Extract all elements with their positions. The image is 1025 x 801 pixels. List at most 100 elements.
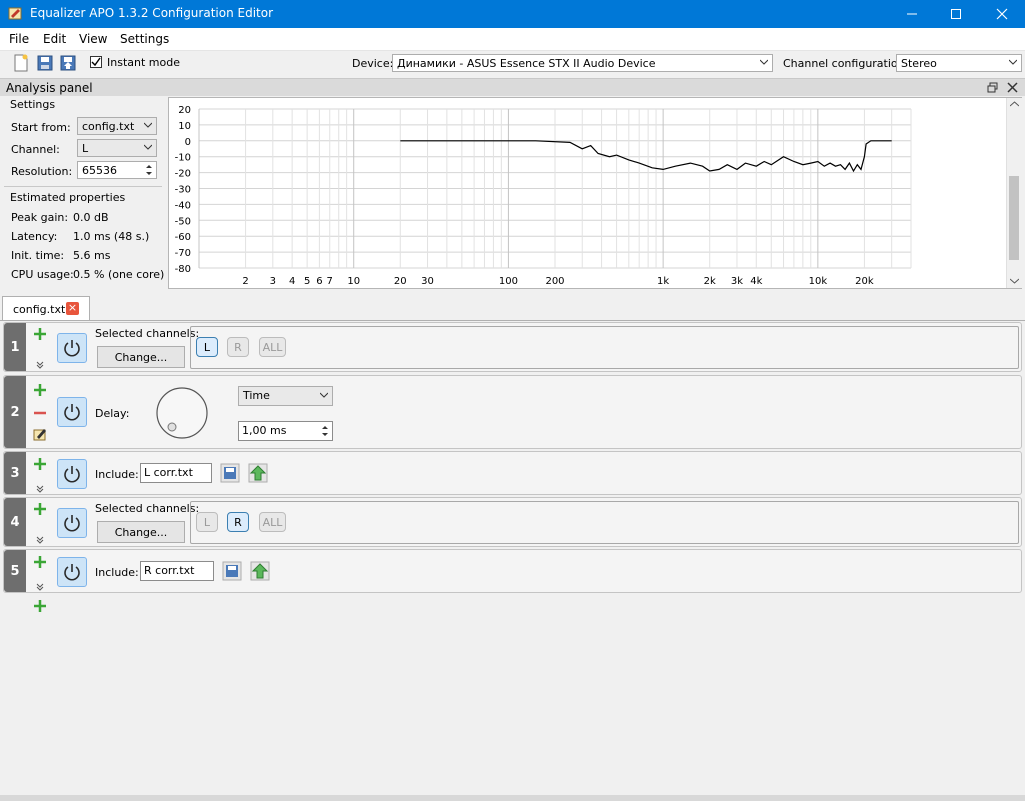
power-toggle[interactable] [57,459,87,489]
add-filter-icon[interactable] [34,458,46,470]
init-time-label: Init. time: [11,249,65,262]
spin-arrows-icon[interactable] [320,424,330,438]
filter-number: 1 [4,323,26,371]
add-filter-icon[interactable] [34,384,46,396]
device-select[interactable]: Динамики - ASUS Essence STX II Audio Dev… [392,54,773,72]
minimize-icon [907,13,917,15]
toolbar: Instant mode Device: Динамики - ASUS Ess… [0,51,1025,76]
open-file-icon[interactable] [222,561,242,581]
close-button[interactable] [979,0,1025,28]
new-file-icon[interactable] [12,54,30,72]
change-button[interactable]: Change... [97,346,185,368]
save-as-icon[interactable] [59,54,77,72]
maximize-button[interactable] [933,0,979,28]
add-filter-icon[interactable] [34,556,46,568]
power-icon [64,564,80,581]
start-from-select[interactable]: config.txt [77,117,157,135]
close-panel-icon[interactable] [1007,82,1018,93]
x-tick-label: 30 [421,276,434,287]
power-toggle[interactable] [57,397,87,427]
expand-icon[interactable] [36,536,44,544]
y-tick-label: -20 [175,169,191,180]
open-file-icon[interactable] [220,463,240,483]
checkmark-icon [91,57,101,67]
include-file-value: R corr.txt [144,564,195,577]
delay-unit-value: Time [243,389,270,402]
scroll-up-icon[interactable] [1010,101,1019,107]
channel-all-button[interactable]: ALL [259,337,286,357]
expand-icon[interactable] [36,361,44,369]
spin-arrows-icon[interactable] [144,163,154,177]
y-tick-label: -10 [175,153,191,164]
remove-filter-icon[interactable] [34,407,46,419]
power-toggle[interactable] [57,333,87,363]
edit-icon[interactable] [33,427,47,441]
channel-value: L [82,142,89,155]
peak-gain-value: 0.0 dB [73,211,109,224]
menu-settings[interactable]: Settings [120,32,169,46]
scrollbar-thumb[interactable] [1009,176,1019,260]
chevron-down-icon [1009,59,1017,65]
channel-r-button[interactable]: R [227,512,249,532]
delay-value-spinbox[interactable]: 1,00 ms [238,421,333,441]
window-title: Equalizer APO 1.3.2 Configuration Editor [30,6,274,20]
close-icon: × [67,301,78,314]
filter-number: 5 [4,550,26,592]
filter-row-1: 1 Selected channels: Change... L R ALL [3,322,1022,372]
channel-l-button[interactable]: L [196,512,218,532]
chevron-down-icon [760,59,768,65]
undock-icon[interactable] [987,82,998,93]
resolution-spinbox[interactable]: 65536 [77,161,157,179]
add-filter-icon[interactable] [34,600,46,612]
channel-l-button[interactable]: L [196,337,218,357]
tab-close-button[interactable]: × [66,302,79,315]
add-filter-icon[interactable] [34,503,46,515]
x-tick-label: 100 [499,276,518,287]
expand-icon[interactable] [36,485,44,493]
title-bar: Equalizer APO 1.3.2 Configuration Editor [0,0,1025,28]
channel-config-select[interactable]: Stereo [896,54,1022,72]
resolution-value: 65536 [82,164,117,177]
convert-icon[interactable] [248,463,268,483]
menu-file[interactable]: File [9,32,29,46]
menu-edit[interactable]: Edit [43,32,66,46]
selected-channels-label: Selected channels: [95,327,200,340]
tab-config-txt[interactable]: config.txt × [2,296,90,320]
instant-mode-checkbox[interactable] [90,56,102,68]
delay-knob[interactable] [155,386,209,440]
y-tick-label: -40 [175,200,191,211]
include-file-field[interactable]: L corr.txt [140,463,212,483]
power-toggle[interactable] [57,508,87,538]
y-tick-label: -60 [175,232,191,243]
minimize-button[interactable] [889,0,935,28]
graph-scrollbar[interactable] [1006,98,1022,288]
device-value: Динамики - ASUS Essence STX II Audio Dev… [397,57,656,70]
include-label: Include: [95,468,139,481]
filter-row-3: 3 Include: L corr.txt [3,451,1022,495]
delay-unit-select[interactable]: Time [238,386,333,406]
power-toggle[interactable] [57,557,87,587]
delay-value: 1,00 ms [242,424,287,437]
scroll-down-icon[interactable] [1010,278,1019,284]
power-icon [64,404,80,421]
save-icon[interactable] [36,54,54,72]
instant-mode-label: Instant mode [107,56,180,69]
filter-row-5: 5 Include: R corr.txt [3,549,1022,593]
start-from-value: config.txt [82,120,135,133]
delay-label: Delay: [95,407,130,420]
include-file-value: L corr.txt [144,466,193,479]
channel-r-button[interactable]: R [227,337,249,357]
include-file-field[interactable]: R corr.txt [140,561,214,581]
channel-select[interactable]: L [77,139,157,157]
convert-icon[interactable] [250,561,270,581]
app-icon [8,7,22,20]
power-icon [64,466,80,483]
menu-view[interactable]: View [79,32,107,46]
frequency-response-graph[interactable]: 20 10 0 -10 -20 -30 -40 -50 -60 -70 -80 2 3 4 5 6 7 10 20… [168,97,1022,289]
add-filter-icon[interactable] [34,328,46,340]
x-tick-label: 10k [809,276,828,287]
channel-all-button[interactable]: ALL [259,512,286,532]
change-button[interactable]: Change... [97,521,185,543]
expand-icon[interactable] [36,583,44,591]
estimated-header: Estimated properties [10,191,126,204]
